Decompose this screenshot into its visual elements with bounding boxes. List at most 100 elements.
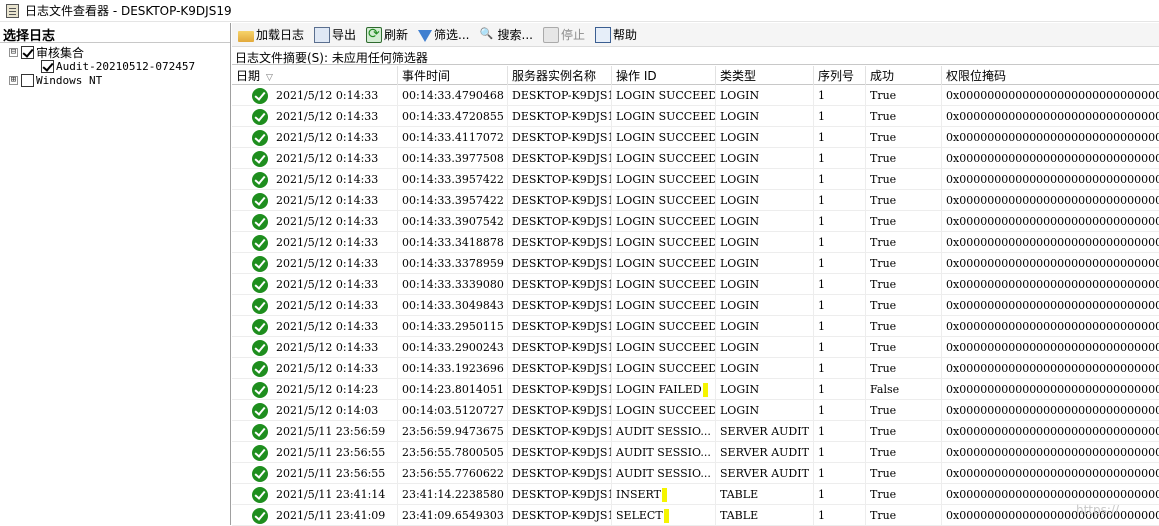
cell-action-id: AUDIT SESSIO... bbox=[612, 442, 716, 463]
cell-class-type: LOGIN bbox=[716, 127, 814, 148]
cell-permission-mask: 0x00000000000000000000000000000000 bbox=[946, 110, 1159, 123]
date-text: 2021/5/12 0:14:33 bbox=[276, 320, 379, 333]
audit-collection-checkbox[interactable] bbox=[21, 45, 34, 59]
column-header-server-instance[interactable]: 服务器实例名称 bbox=[508, 66, 612, 85]
column-header-action-id[interactable]: 操作 ID bbox=[612, 66, 716, 85]
cell-permission-mask: 0x00000000000000000000000000000008 bbox=[946, 488, 1159, 501]
table-row[interactable]: 2021/5/12 0:14:33 00:14:33.3339080 DESKTOP… bbox=[232, 274, 1159, 295]
export-button[interactable]: 导出 bbox=[310, 24, 360, 46]
table-row[interactable]: 2021/5/11 23:41:09 23:41:09.6549303 DESKTO… bbox=[232, 505, 1159, 526]
table-row[interactable]: 2021/5/12 0:14:33 00:14:33.3049843 DESKTOP… bbox=[232, 295, 1159, 316]
date-text: 2021/5/12 0:14:33 bbox=[276, 215, 379, 228]
action-text: AUDIT SESSIO... bbox=[616, 467, 711, 480]
tree-item-audit-collection[interactable]: ⊟ 审核集合 bbox=[0, 45, 230, 60]
search-button[interactable]: 搜索... bbox=[476, 24, 537, 46]
table-row[interactable]: 2021/5/11 23:56:59 23:56:59.9473675 DESKTO… bbox=[232, 421, 1159, 442]
collapse-icon[interactable]: ⊟ bbox=[9, 47, 18, 57]
cell-date: 2021/5/11 23:56:55 bbox=[252, 463, 398, 484]
cell-succeeded: True bbox=[866, 106, 942, 127]
table-row[interactable]: 2021/5/12 0:14:33 00:14:33.3957422 DESKTOP… bbox=[232, 190, 1159, 211]
action-text: LOGIN SUCCEEDED bbox=[616, 173, 715, 186]
table-row[interactable]: 2021/5/12 0:14:33 00:14:33.3957422 DESKTOP… bbox=[232, 169, 1159, 190]
action-text: LOGIN SUCCEEDED bbox=[616, 362, 715, 375]
cell-permission-mask: 0x00000000000000000000000000000000 bbox=[946, 131, 1159, 144]
cell-action-id: LOGIN SUCCEEDED bbox=[612, 211, 716, 232]
cell-event-time: 23:56:55.7760622 bbox=[398, 463, 508, 484]
cell-action-id: LOGIN SUCCEEDED bbox=[612, 85, 716, 106]
table-row[interactable]: 2021/5/12 0:14:03 00:14:03.5120727 DESKTOP… bbox=[232, 400, 1159, 421]
success-check-icon bbox=[252, 465, 268, 482]
cell-action-id: LOGIN SUCCEEDED bbox=[612, 169, 716, 190]
table-row[interactable]: 2021/5/11 23:41:14 23:41:14.2238580 DESKTO… bbox=[232, 484, 1159, 505]
windows-nt-checkbox[interactable] bbox=[21, 73, 34, 87]
toolbar: 加载日志 导出 刷新 筛选... 搜索... 停止 帮助 bbox=[232, 23, 1159, 47]
column-header-event-time[interactable]: 事件时间 bbox=[398, 66, 508, 85]
date-text: 2021/5/12 0:14:03 bbox=[276, 404, 379, 417]
success-check-icon bbox=[252, 108, 268, 125]
filter-button[interactable]: 筛选... bbox=[414, 24, 473, 46]
table-row[interactable]: 2021/5/12 0:14:33 00:14:33.1923696 DESKTOP… bbox=[232, 358, 1159, 379]
cell-event-time: 00:14:33.1923696 bbox=[398, 358, 508, 379]
row-gutter bbox=[232, 148, 252, 169]
cell-permission-mask: 0x00000000000000000000000000000000 bbox=[946, 236, 1159, 249]
cell-sequence: 1 bbox=[814, 505, 866, 526]
table-row[interactable]: 2021/5/12 0:14:33 00:14:33.3418878 DESKTOP… bbox=[232, 232, 1159, 253]
tree-item-audit-file[interactable]: Audit-20210512-072457 bbox=[0, 59, 230, 73]
table-row[interactable]: 2021/5/12 0:14:33 00:14:33.4790468 DESKTOP… bbox=[232, 85, 1159, 106]
date-text: 2021/5/12 0:14:33 bbox=[276, 110, 379, 123]
cell-action-id: LOGIN SUCCEEDED bbox=[612, 316, 716, 337]
date-text: 2021/5/12 0:14:33 bbox=[276, 278, 379, 291]
row-gutter bbox=[232, 379, 252, 400]
cell-server-instance: DESKTOP-K9DJS19 bbox=[508, 400, 612, 421]
filter-label: 筛选... bbox=[434, 28, 470, 42]
search-label: 搜索... bbox=[497, 28, 533, 42]
load-log-button[interactable]: 加载日志 bbox=[234, 24, 308, 46]
table-row[interactable]: 2021/5/11 23:56:55 23:56:55.7760622 DESKTO… bbox=[232, 463, 1159, 484]
cell-sequence: 1 bbox=[814, 316, 866, 337]
success-check-icon bbox=[252, 339, 268, 356]
help-button[interactable]: 帮助 bbox=[591, 24, 641, 46]
cell-class-type: SERVER AUDIT bbox=[716, 463, 814, 484]
table-row[interactable]: 2021/5/12 0:14:33 00:14:33.3378959 DESKTOP… bbox=[232, 253, 1159, 274]
tree-item-windows-nt[interactable]: ⊞ Windows NT bbox=[0, 73, 230, 87]
expand-icon[interactable]: ⊞ bbox=[9, 75, 18, 85]
table-row[interactable]: 2021/5/12 0:14:23 00:14:23.8014051 DESKTOP… bbox=[232, 379, 1159, 400]
tree-label-audit-file: Audit-20210512-072457 bbox=[56, 59, 196, 73]
cell-class-type: LOGIN bbox=[716, 295, 814, 316]
stop-button[interactable]: 停止 bbox=[539, 24, 589, 46]
column-header-class-type[interactable]: 类类型 bbox=[716, 66, 814, 85]
table-row[interactable]: 2021/5/12 0:14:33 00:14:33.2950115 DESKTOP… bbox=[232, 316, 1159, 337]
row-gutter bbox=[232, 190, 252, 211]
column-header-succeeded[interactable]: 成功 bbox=[866, 66, 942, 85]
column-header-permission-mask[interactable]: 权限位掩码 bbox=[942, 66, 1159, 85]
cell-permission-mask: 0x00000000000000000000000000000000 bbox=[946, 425, 1159, 438]
cell-sequence: 1 bbox=[814, 484, 866, 505]
table-row[interactable]: 2021/5/12 0:14:33 00:14:33.3907542 DESKTOP… bbox=[232, 211, 1159, 232]
table-row[interactable]: 2021/5/12 0:14:33 00:14:33.3977508 DESKTOP… bbox=[232, 148, 1159, 169]
cell-server-instance: DESKTOP-K9DJS19 bbox=[508, 295, 612, 316]
help-icon bbox=[594, 26, 611, 43]
cell-event-time: 00:14:33.2950115 bbox=[398, 316, 508, 337]
action-text: LOGIN SUCCEEDED bbox=[616, 257, 715, 270]
table-row[interactable]: 2021/5/12 0:14:33 00:14:33.2900243 DESKTOP… bbox=[232, 337, 1159, 358]
action-text: LOGIN SUCCEEDED bbox=[616, 341, 715, 354]
table-row[interactable]: 2021/5/11 23:56:55 23:56:55.7800505 DESKTO… bbox=[232, 442, 1159, 463]
cell-permission-mask: 0x00000000000000000000000000000000 bbox=[946, 152, 1159, 165]
tree-label-windows-nt: Windows NT bbox=[36, 73, 103, 87]
column-header-date[interactable]: 日期 ▽ bbox=[232, 66, 398, 85]
folder-open-icon bbox=[238, 30, 254, 42]
table-row[interactable]: 2021/5/12 0:14:33 00:14:33.4117072 DESKTOP… bbox=[232, 127, 1159, 148]
action-text: LOGIN SUCCEEDED bbox=[616, 278, 715, 291]
cell-event-time: 23:56:55.7800505 bbox=[398, 442, 508, 463]
column-header-sequence[interactable]: 序列号 bbox=[814, 66, 866, 85]
cell-event-time: 00:14:33.3049843 bbox=[398, 295, 508, 316]
cell-date: 2021/5/12 0:14:33 bbox=[252, 85, 398, 106]
cell-class-type: SERVER AUDIT bbox=[716, 442, 814, 463]
grid-header: 日期 ▽ 事件时间 服务器实例名称 操作 ID 类类型 序列号 成功 权限位掩码 bbox=[232, 66, 1159, 85]
log-content-panel: 加载日志 导出 刷新 筛选... 搜索... 停止 帮助 日志文件摘要(S): … bbox=[232, 23, 1159, 526]
refresh-button[interactable]: 刷新 bbox=[362, 24, 412, 46]
table-row[interactable]: 2021/5/12 0:14:33 00:14:33.4720855 DESKTOP… bbox=[232, 106, 1159, 127]
cell-event-time: 00:14:33.3378959 bbox=[398, 253, 508, 274]
audit-file-checkbox[interactable] bbox=[41, 59, 54, 73]
row-gutter bbox=[232, 295, 252, 316]
